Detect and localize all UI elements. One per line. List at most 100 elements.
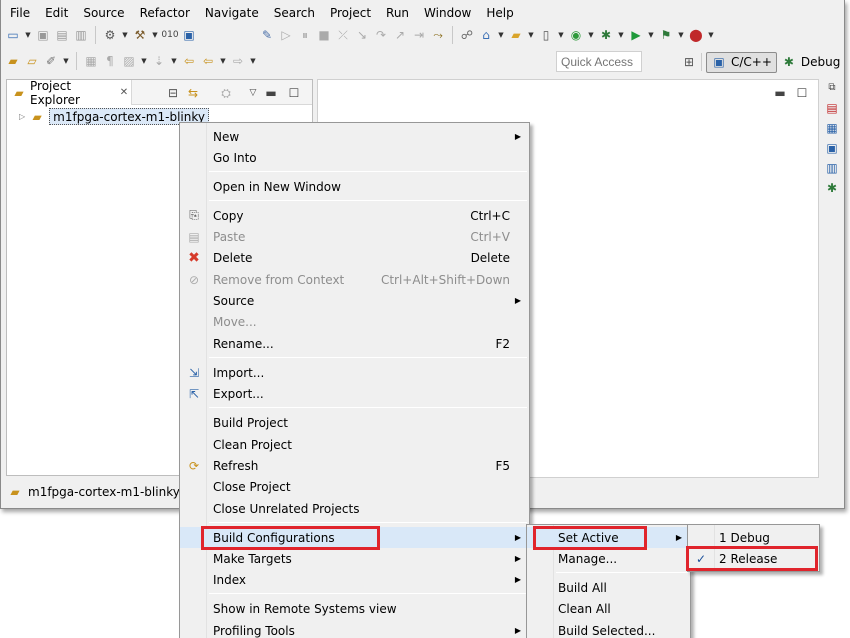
menu-item-open-new-window[interactable]: Open in New Window [180, 176, 529, 197]
link-with-editor-icon[interactable]: ⇆ [185, 85, 201, 101]
restore-icon[interactable]: ⧉ [824, 80, 840, 96]
menu-item-copy[interactable]: ⎘ Copy Ctrl+C [180, 205, 529, 226]
binary-icon[interactable]: 010 [161, 27, 178, 43]
menu-item-build-all[interactable]: Build All [527, 577, 690, 598]
step-into-icon[interactable]: ↘ [354, 27, 370, 43]
chevron-down-icon[interactable]: ▼ [647, 31, 655, 39]
menu-item-build-project[interactable]: Build Project [180, 412, 529, 433]
print-icon[interactable]: ▥ [73, 27, 89, 43]
last-edit-icon[interactable]: ⇦ [181, 53, 197, 69]
menu-item-rename[interactable]: Rename... F2 [180, 333, 529, 354]
instruction-step-icon[interactable]: ⇥ [411, 27, 427, 43]
chevron-down-icon[interactable]: ▼ [219, 57, 227, 65]
chevron-down-icon[interactable]: ▼ [24, 31, 32, 39]
resume-icon[interactable]: ▷ [278, 27, 294, 43]
menu-item-paste[interactable]: ▤ Paste Ctrl+V [180, 226, 529, 247]
perspective-cpp-button[interactable]: ▣ C/C++ [706, 51, 777, 73]
expand-arrow-icon[interactable]: ▷ [19, 112, 25, 121]
suspend-icon[interactable]: ⏸ [297, 27, 313, 43]
menu-run[interactable]: Run [378, 4, 416, 24]
menu-item-profiling-tools[interactable]: Profiling Tools ▶ [180, 620, 529, 638]
menu-item-index[interactable]: Index ▶ [180, 569, 529, 590]
debug-bug-icon[interactable]: ✱ [824, 180, 840, 196]
menu-item-manage[interactable]: Manage... [527, 548, 690, 569]
outline-icon[interactable]: ▤ [824, 100, 840, 116]
menu-item-build-selected[interactable]: Build Selected... [527, 620, 690, 638]
collapse-all-icon[interactable]: ⊟ [165, 85, 181, 101]
menu-item-close-unrelated[interactable]: Close Unrelated Projects [180, 498, 529, 519]
toggle-mark-icon[interactable]: ▦ [83, 53, 99, 69]
chevron-down-icon[interactable]: ▼ [62, 57, 70, 65]
menu-window[interactable]: Window [416, 4, 478, 24]
chevron-down-icon[interactable]: ▼ [707, 31, 715, 39]
minimize-icon[interactable]: ▬ [263, 85, 279, 101]
menu-source[interactable]: Source [75, 4, 131, 24]
chevron-down-icon[interactable]: ▼ [527, 31, 535, 39]
chevron-down-icon[interactable]: ▼ [617, 31, 625, 39]
show-whitespace-icon[interactable]: ¶ [102, 53, 118, 69]
open-folder-icon[interactable]: ▰ [5, 53, 21, 69]
external-tools-icon[interactable]: ⚑ [658, 27, 674, 43]
menu-item-export[interactable]: ⇱ Export... [180, 383, 529, 404]
save-all-icon[interactable]: ▤ [54, 27, 70, 43]
menu-item-remove-from-context[interactable]: ⊘ Remove from Context Ctrl+Alt+Shift+Down [180, 269, 529, 290]
chevron-down-icon[interactable]: ▼ [587, 31, 595, 39]
menu-item-delete[interactable]: ✖ Delete Delete [180, 247, 529, 268]
open-perspective-icon[interactable]: ⊞ [681, 54, 697, 70]
run-icon[interactable]: ▶ [628, 27, 644, 43]
menu-item-clean-all[interactable]: Clean All [527, 598, 690, 619]
terminate-icon[interactable]: ■ [316, 27, 332, 43]
open-perspective-icon[interactable]: ☍ [459, 27, 475, 43]
close-icon[interactable]: ✕ [117, 85, 131, 101]
menu-help[interactable]: Help [478, 4, 520, 24]
new-folder-icon[interactable]: ▰ [508, 27, 524, 43]
menu-refactor[interactable]: Refactor [132, 4, 197, 24]
chevron-down-icon[interactable]: ▼ [140, 57, 148, 65]
maximize-icon[interactable]: ☐ [286, 85, 302, 101]
menu-item-import[interactable]: ⇲ Import... [180, 362, 529, 383]
open-file-icon[interactable]: ▱ [24, 53, 40, 69]
quick-access-input[interactable] [556, 51, 642, 72]
properties-icon[interactable]: ▥ [824, 160, 840, 176]
menu-item-source[interactable]: Source ▶ [180, 290, 529, 311]
disconnect-icon[interactable]: ⤫ [335, 27, 351, 43]
menu-item-go-into[interactable]: Go Into [180, 147, 529, 168]
forward-arrow-icon[interactable]: ⇨ [230, 53, 246, 69]
menu-item-debug-config[interactable]: 1 Debug [688, 527, 819, 548]
step-over-icon[interactable]: ↷ [373, 27, 389, 43]
terminal-icon[interactable]: ▣ [181, 27, 197, 43]
back-arrow-icon[interactable]: ⇦ [200, 53, 216, 69]
pin-icon[interactable]: ✎ [259, 27, 275, 43]
step-return-icon[interactable]: ↗ [392, 27, 408, 43]
minimize-icon[interactable]: ▬ [772, 85, 788, 101]
menu-item-clean-project[interactable]: Clean Project [180, 434, 529, 455]
new-project-icon[interactable]: ⌂ [478, 27, 494, 43]
menu-file[interactable]: File [1, 4, 37, 24]
include-browser-icon[interactable]: ▦ [824, 120, 840, 136]
console-icon[interactable]: ▣ [824, 140, 840, 156]
maximize-icon[interactable]: ☐ [794, 85, 810, 101]
new-file-icon[interactable]: ▯ [538, 27, 554, 43]
view-menu-icon[interactable]: ▽ [245, 85, 261, 101]
menu-search[interactable]: Search [266, 4, 322, 24]
filter-icon[interactable]: ⛭ [218, 85, 234, 101]
use-step-filters-icon[interactable]: ⤳ [430, 27, 446, 43]
new-class-icon[interactable]: ◉ [568, 27, 584, 43]
new-icon[interactable]: ▭ [5, 27, 21, 43]
menu-edit[interactable]: Edit [37, 4, 75, 24]
menu-item-refresh[interactable]: ⟳ Refresh F5 [180, 455, 529, 476]
menu-item-new[interactable]: New ▶ [180, 126, 529, 147]
chevron-down-icon[interactable]: ▼ [249, 57, 257, 65]
menu-item-close-project[interactable]: Close Project [180, 476, 529, 497]
chevron-down-icon[interactable]: ▼ [121, 31, 129, 39]
block-selection-icon[interactable]: ▨ [121, 53, 137, 69]
chevron-down-icon[interactable]: ▼ [497, 31, 505, 39]
build-hammer-icon[interactable]: ⚒ [132, 27, 148, 43]
chevron-down-icon[interactable]: ▼ [151, 31, 159, 39]
next-annotation-icon[interactable]: ⇣ [151, 53, 167, 69]
menu-item-remote-systems[interactable]: Show in Remote Systems view [180, 598, 529, 619]
perspective-debug-button[interactable]: ✱ Debug [777, 52, 844, 73]
menu-navigate[interactable]: Navigate [197, 4, 266, 24]
menu-project[interactable]: Project [322, 4, 378, 24]
chevron-down-icon[interactable]: ▼ [557, 31, 565, 39]
